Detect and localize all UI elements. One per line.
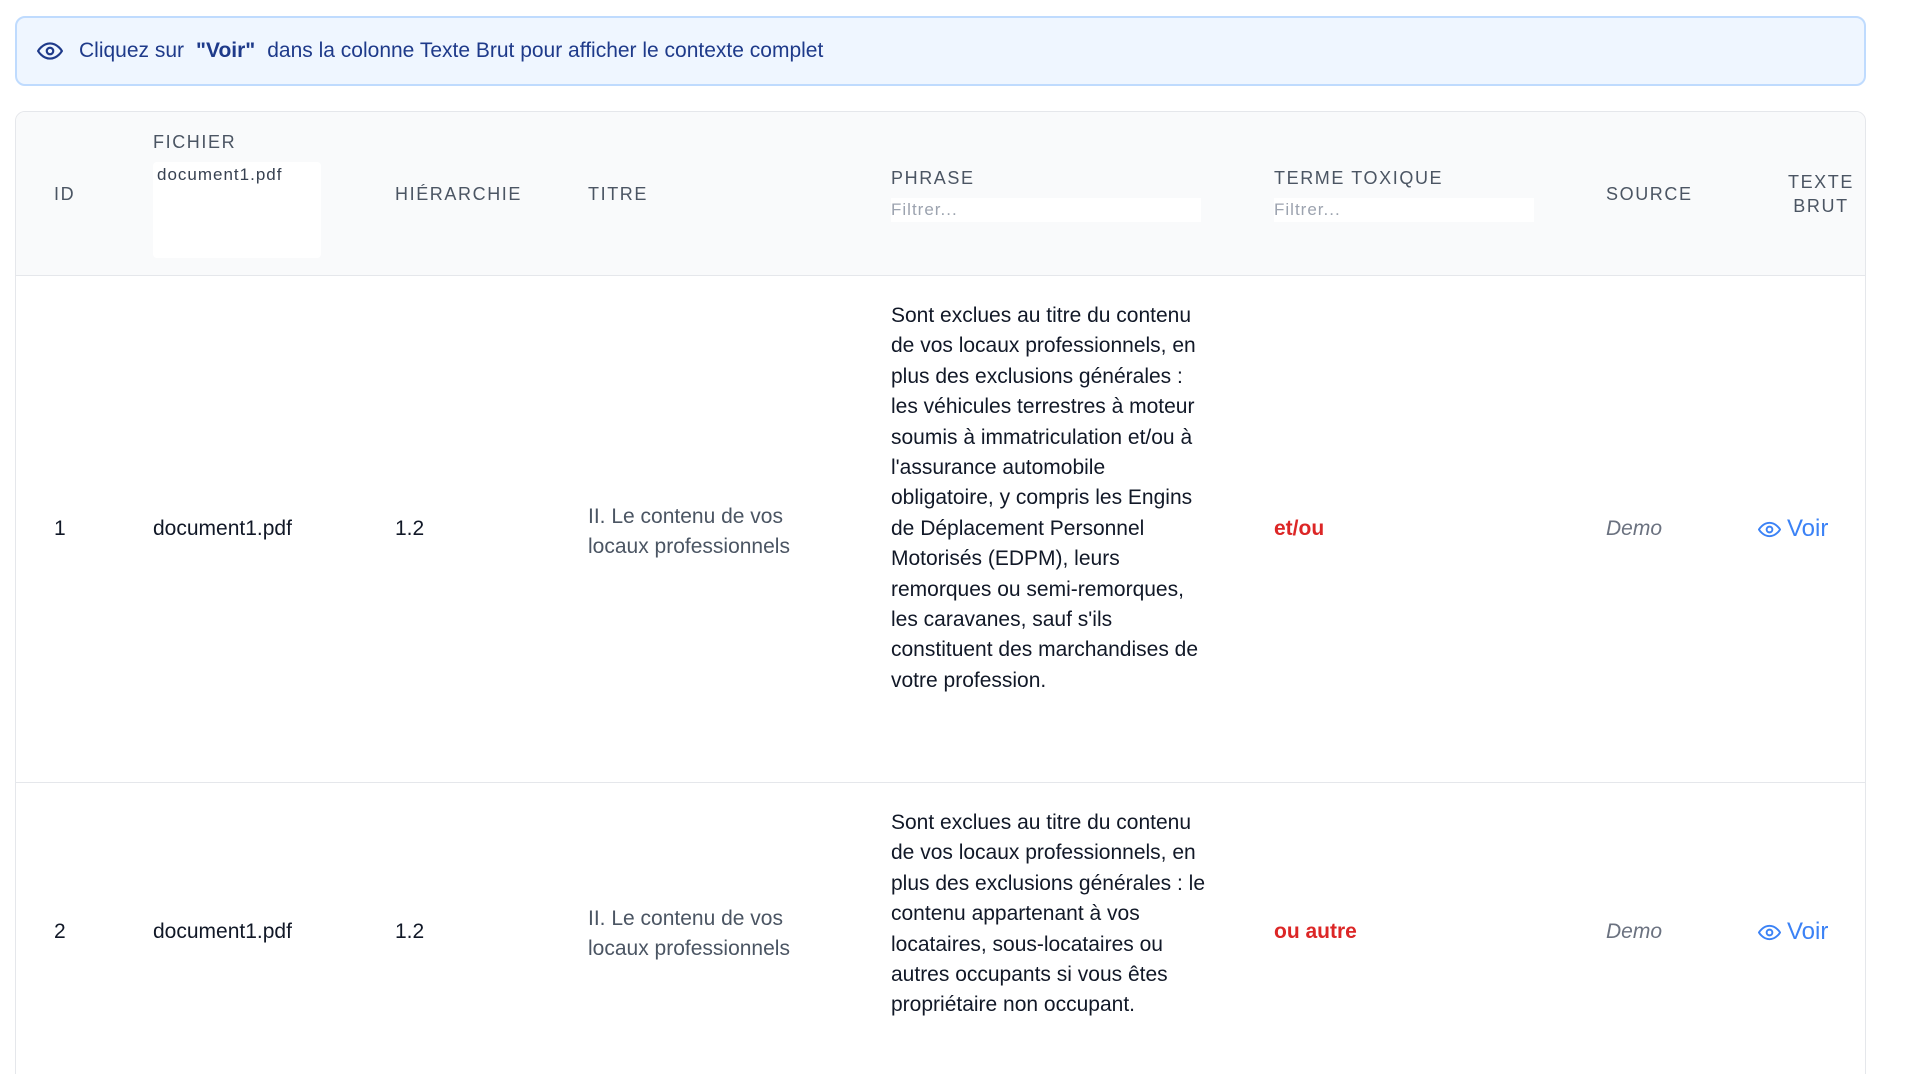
cell-terme-toxique: et/ou [1274,517,1325,540]
cell-terme-toxique: ou autre [1274,920,1357,943]
cell-hierarchie: 1.2 [395,517,425,540]
banner-strong: "Voir" [196,39,256,62]
cell-fichier: document1.pdf [153,517,292,540]
info-banner: Cliquez sur "Voir" dans la colonne Texte… [15,16,1866,86]
column-header-fichier[interactable]: Fichier [153,132,236,153]
voir-button[interactable]: Voir [1758,515,1828,543]
cell-phrase: Sont exclues au titre du contenu de vos … [891,811,1206,1017]
voir-label: Voir [1787,918,1829,945]
cell-source: Demo [1606,920,1663,943]
column-header-titre[interactable]: Titre [588,184,648,205]
banner-prefix: Cliquez sur [79,39,185,62]
cell-hierarchie: 1.2 [395,920,425,943]
cell-source: Demo [1606,517,1663,540]
fichier-filter-select[interactable]: document1.pdf [153,162,321,258]
column-header-terme[interactable]: Terme Toxique [1274,168,1443,189]
results-table: ID Fichier document1.pdf Hiérarchie Titr… [15,111,1866,1074]
voir-label: Voir [1787,515,1829,542]
column-header-texte-brut: Texte Brut [1766,170,1865,218]
column-header-texte-brut-line1: Texte [1787,172,1854,192]
column-header-id[interactable]: ID [54,184,75,205]
cell-titre: II. Le contenu de vos locaux professionn… [588,907,790,960]
table-row: 2 document1.pdf 1.2 II. Le contenu de vo… [16,784,1865,1074]
cell-phrase: Sont exclues au titre du contenu de vos … [891,304,1199,692]
banner-suffix: dans la colonne Texte Brut pour afficher… [267,39,824,62]
table-header: ID Fichier document1.pdf Hiérarchie Titr… [16,112,1865,276]
terme-filter-input[interactable] [1274,198,1534,222]
cell-id: 2 [54,920,66,943]
eye-icon [1758,924,1781,940]
cell-titre: II. Le contenu de vos locaux professionn… [588,505,790,558]
eye-icon [37,38,63,64]
table-row: 1 document1.pdf 1.2 II. Le contenu de vo… [16,277,1865,783]
phrase-filter-input[interactable] [891,198,1201,222]
voir-button[interactable]: Voir [1758,918,1828,946]
column-header-hierarchie[interactable]: Hiérarchie [395,184,522,205]
page: Cliquez sur "Voir" dans la colonne Texte… [0,0,1920,1074]
column-header-source[interactable]: Source [1606,184,1693,205]
column-header-texte-brut-line2: Brut [1793,196,1849,216]
eye-icon [1758,521,1781,537]
column-header-phrase[interactable]: Phrase [891,168,975,189]
cell-fichier: document1.pdf [153,920,292,943]
cell-id: 1 [54,517,66,540]
